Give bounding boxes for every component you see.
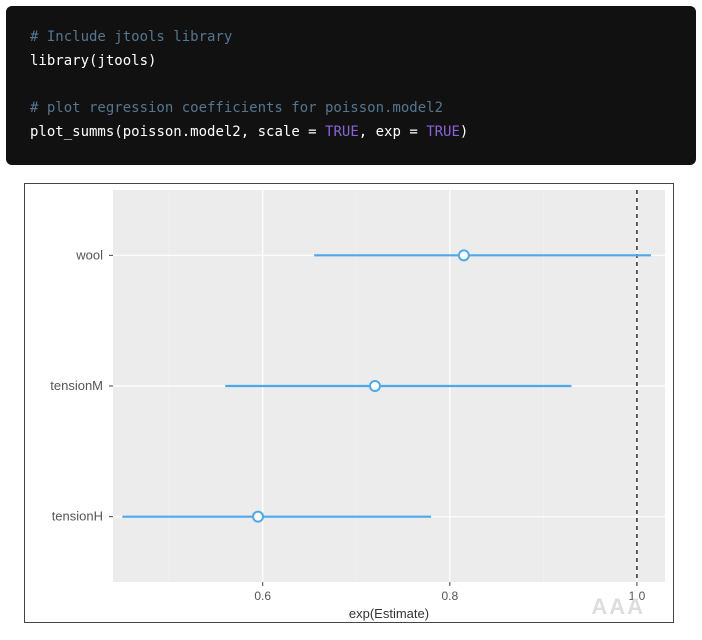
estimate-point — [370, 381, 380, 391]
code-punct: ( — [114, 124, 122, 140]
y-tick-label: tensionH — [52, 509, 103, 524]
watermark: AAA — [591, 594, 645, 619]
code-punct: , scale = — [241, 124, 325, 140]
estimate-point — [459, 250, 469, 260]
code-line-4: plot_summs(poisson.model2, scale = TRUE,… — [30, 121, 672, 145]
code-line-2: library(jtools) — [30, 50, 672, 74]
code-line-3: # plot regression coefficients for poiss… — [30, 97, 672, 121]
code-comment: # plot regression coefficients for poiss… — [30, 100, 443, 116]
code-fn: plot_summs — [30, 124, 114, 140]
code-fn: library — [30, 53, 89, 69]
code-arg: jtools — [97, 53, 148, 69]
code-punct: ) — [460, 124, 468, 140]
code-punct: ) — [148, 53, 156, 69]
code-punct: , exp = — [359, 124, 426, 140]
estimate-point — [253, 512, 263, 522]
code-const: TRUE — [325, 124, 359, 140]
y-tick-label: tensionM — [50, 378, 103, 393]
code-block: # Include jtools library library(jtools)… — [6, 6, 696, 165]
chart-container: wooltensionMtensionH0.60.81.0exp(Estimat… — [24, 183, 678, 623]
x-axis-title: exp(Estimate) — [349, 606, 429, 621]
code-line-1: # Include jtools library — [30, 26, 672, 50]
code-arg: poisson.model2 — [123, 124, 241, 140]
coefficient-plot: wooltensionMtensionH0.60.81.0exp(Estimat… — [24, 183, 674, 623]
x-tick-label: 0.8 — [441, 589, 458, 603]
x-tick-label: 0.6 — [254, 589, 271, 603]
code-blank-line — [30, 74, 672, 98]
code-const: TRUE — [426, 124, 460, 140]
code-comment: # Include jtools library — [30, 29, 232, 45]
y-tick-label: wool — [75, 247, 103, 262]
